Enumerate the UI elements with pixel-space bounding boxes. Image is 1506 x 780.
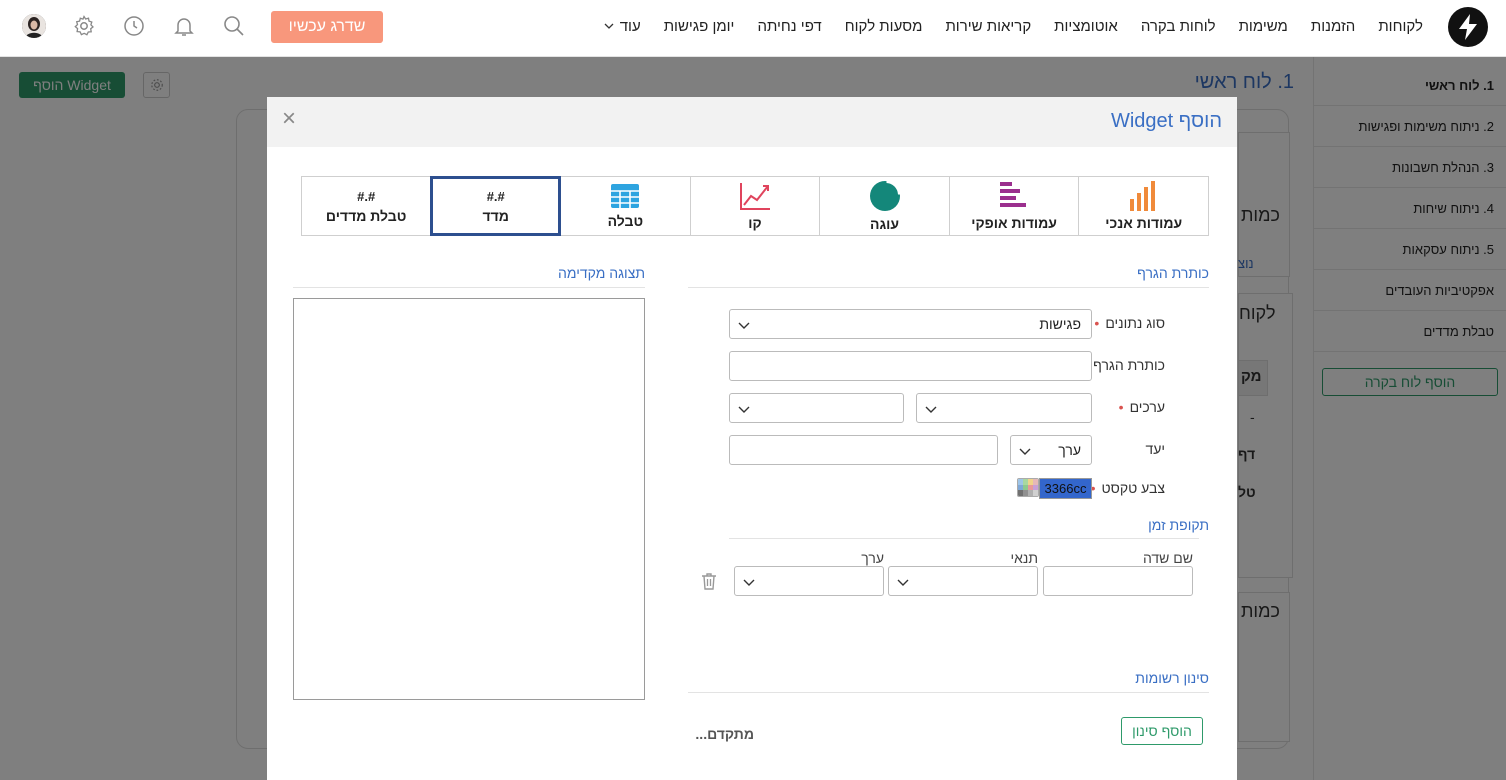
target-label: יעד xyxy=(1145,441,1165,457)
nav-item-meetings-calendar[interactable]: יומן פגישות xyxy=(664,18,735,35)
required-marker: • xyxy=(1118,399,1124,415)
modal-title: הוסף Widget xyxy=(1110,110,1222,132)
widget-type-label: טבלה xyxy=(607,213,644,229)
data-type-select[interactable]: פגישות xyxy=(729,309,1092,339)
gear-icon[interactable] xyxy=(72,14,96,38)
preview-title: תצוגה מקדימה xyxy=(558,265,645,281)
field-name-column-label: שם שדה xyxy=(1142,550,1193,566)
text-color-label-text: צבע טקסט xyxy=(1101,480,1165,496)
text-color-label: צבע טקסט• xyxy=(1091,480,1165,496)
time-field-name-input[interactable] xyxy=(1043,566,1193,596)
data-type-label: סוג נתונים • xyxy=(1094,315,1165,331)
nav-item-service-calls[interactable]: קריאות שירות xyxy=(945,18,1031,35)
color-palette-icon[interactable] xyxy=(1017,478,1039,497)
time-value-select[interactable] xyxy=(734,566,884,596)
top-bar: לקוחות הזמנות משימות לוחות בקרה אוטומציו… xyxy=(0,0,1506,57)
chevron-down-icon xyxy=(925,406,937,413)
widget-type-label: עמודות אנכי xyxy=(1105,215,1183,231)
condition-column-label: תנאי xyxy=(1010,550,1038,566)
main-nav: לקוחות הזמנות משימות לוחות בקרה אוטומציו… xyxy=(581,0,1423,52)
chevron-down-icon xyxy=(897,579,909,586)
pie-chart-icon xyxy=(869,180,901,211)
widget-preview-area xyxy=(293,298,645,700)
upgrade-button[interactable]: שדרג עכשיו xyxy=(271,11,383,43)
trash-icon[interactable] xyxy=(699,571,719,591)
horizontal-bars-icon xyxy=(1000,182,1027,207)
widget-type-label: עמודות אופקי xyxy=(971,215,1057,231)
nav-item-orders[interactable]: הזמנות xyxy=(1311,18,1355,35)
chevron-down-icon xyxy=(738,322,750,329)
value-column-label: ערך xyxy=(861,550,884,566)
target-value-input[interactable] xyxy=(729,435,998,465)
values-field-select[interactable] xyxy=(916,393,1092,423)
divider xyxy=(729,538,1199,539)
values-aggregate-select[interactable] xyxy=(729,393,904,423)
widget-type-label: טבלת מדדים xyxy=(325,207,407,224)
divider xyxy=(688,287,1209,288)
target-type-select[interactable]: ערך xyxy=(1010,435,1092,465)
time-period-title: תקופת זמן xyxy=(1148,517,1209,533)
data-type-value: פגישות xyxy=(1039,316,1081,332)
required-marker: • xyxy=(1094,315,1100,331)
user-avatar[interactable] xyxy=(22,14,46,38)
widget-type-metrics-table[interactable]: #.# טבלת מדדים xyxy=(300,176,432,236)
chevron-down-icon xyxy=(604,23,614,29)
widget-type-label: מדד xyxy=(482,207,509,224)
search-icon[interactable] xyxy=(222,14,246,38)
chart-title-section: כותרת הגרף xyxy=(1137,265,1209,281)
avatar-image xyxy=(22,14,46,38)
chevron-down-icon xyxy=(1019,448,1031,455)
values-label: ערכים • xyxy=(1119,399,1165,415)
nav-item-dashboards[interactable]: לוחות בקרה xyxy=(1141,18,1216,35)
clock-icon[interactable] xyxy=(122,14,146,38)
widget-type-horizontal-bars[interactable]: עמודות אופקי xyxy=(948,176,1080,236)
nav-more[interactable]: עוד xyxy=(604,18,641,35)
filter-records-title: סינון רשומות xyxy=(1135,670,1209,686)
add-filter-button[interactable]: הוסף סינון xyxy=(1121,717,1203,745)
data-type-label-text: סוג נתונים xyxy=(1105,315,1165,331)
widget-type-line[interactable]: קו xyxy=(689,176,821,236)
widget-type-label: עוגה xyxy=(870,216,900,232)
vertical-bars-icon xyxy=(1129,181,1155,211)
close-icon[interactable]: × xyxy=(279,107,299,131)
advanced-link[interactable]: מתקדם... xyxy=(695,726,754,742)
widget-type-metric[interactable]: #.# מדד xyxy=(430,176,562,236)
nav-more-label: עוד xyxy=(619,17,641,35)
nav-item-automations[interactable]: אוטומציות xyxy=(1054,18,1118,35)
table-icon xyxy=(611,184,640,208)
widget-type-selector: עמודות אנכי עמודות אופקי עוגה קו טבלה #.… xyxy=(295,176,1209,236)
text-color-input[interactable]: 3366cc xyxy=(1039,478,1092,499)
nav-item-customers[interactable]: לקוחות xyxy=(1378,18,1423,35)
nav-item-tasks[interactable]: משימות xyxy=(1239,18,1288,35)
bolt-icon xyxy=(1459,14,1477,40)
bell-icon[interactable] xyxy=(172,14,196,38)
app-logo[interactable] xyxy=(1448,7,1488,47)
metrics-table-icon: #.# xyxy=(357,188,376,204)
chart-title-label-text: כותרת הגרף xyxy=(1093,357,1165,373)
widget-type-vertical-bars[interactable]: עמודות אנכי xyxy=(1078,176,1209,236)
target-type-value: ערך xyxy=(1058,442,1081,458)
add-widget-modal: הוסף Widget × עמודות אנכי עמודות אופקי ע… xyxy=(267,97,1237,780)
chevron-down-icon xyxy=(743,579,755,586)
nav-item-landing-pages[interactable]: דפי נחיתה xyxy=(757,18,821,35)
nav-item-customer-journeys[interactable]: מסעות לקוח xyxy=(845,18,923,35)
modal-header: הוסף Widget × xyxy=(267,97,1237,147)
widget-type-pie[interactable]: עוגה xyxy=(819,176,950,236)
chart-title-input[interactable] xyxy=(729,351,1092,381)
widget-type-table[interactable]: טבלה xyxy=(560,176,691,236)
values-label-text: ערכים xyxy=(1129,399,1165,415)
widget-type-label: קו xyxy=(748,215,762,231)
time-condition-select[interactable] xyxy=(888,566,1038,596)
chart-title-label: כותרת הגרף• xyxy=(1082,357,1165,373)
chevron-down-icon xyxy=(738,406,750,413)
line-chart-icon xyxy=(739,183,770,210)
divider xyxy=(688,692,1209,693)
divider xyxy=(293,287,645,288)
metric-icon: #.# xyxy=(486,188,505,204)
